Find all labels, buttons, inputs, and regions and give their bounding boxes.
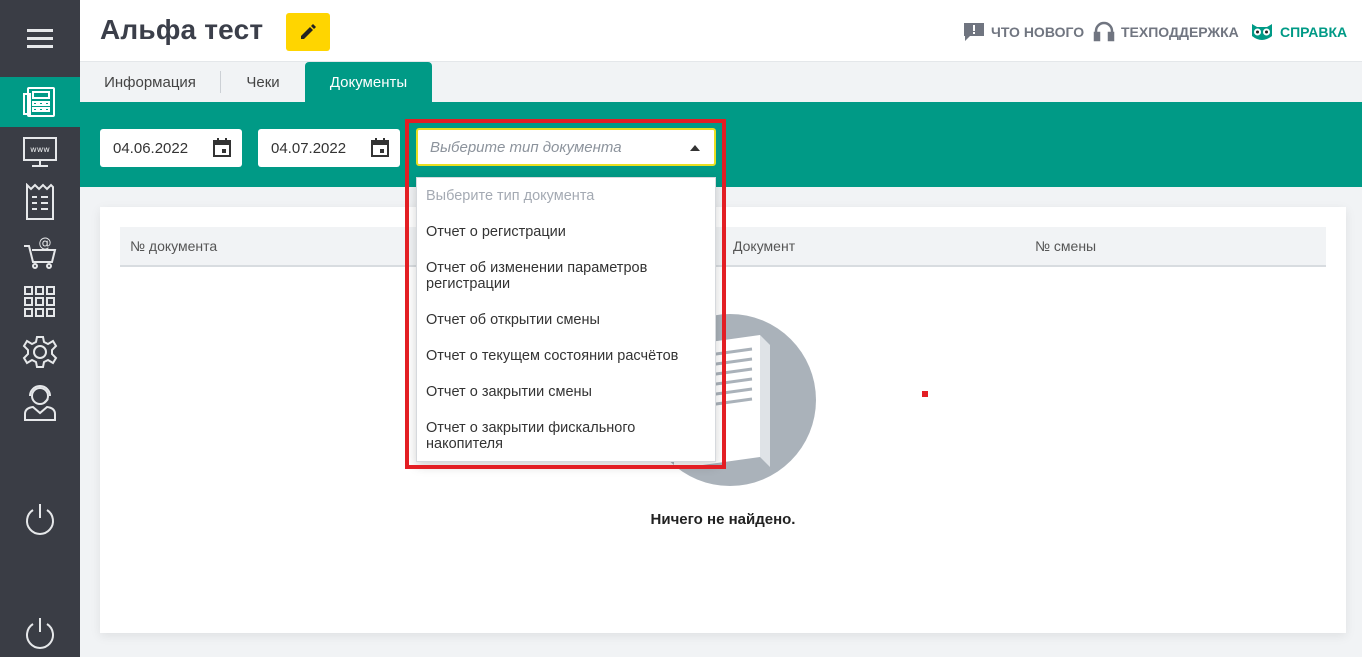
sidebar-item-receipts[interactable] bbox=[0, 177, 80, 227]
date-from-value: 04.06.2022 bbox=[113, 139, 189, 157]
web-monitor-icon: www bbox=[23, 137, 57, 167]
logout-button[interactable] bbox=[0, 494, 80, 544]
document-type-select[interactable]: Выберите тип документа bbox=[416, 128, 716, 166]
sidebar-item-cash-registers[interactable] bbox=[0, 77, 80, 127]
chat-alert-icon bbox=[964, 23, 984, 41]
cash-register-icon bbox=[23, 87, 55, 117]
table-header: № документа Документ № смены bbox=[120, 227, 1326, 267]
pencil-icon bbox=[301, 24, 316, 39]
date-from-field[interactable]: 04.06.2022 bbox=[100, 129, 242, 167]
column-document[interactable]: Документ bbox=[733, 238, 795, 254]
sidebar-item-shop[interactable]: @ bbox=[0, 227, 80, 277]
power-button[interactable] bbox=[0, 608, 80, 657]
apps-grid-icon bbox=[24, 286, 55, 317]
whats-new-label: ЧТО НОВОГО bbox=[991, 24, 1085, 40]
header: Альфа тест ЧТО НОВОГО ТЕХПОДДЕРЖКА СПРАВ… bbox=[80, 0, 1362, 62]
filter-bar: 04.06.2022 04.07.2022 Выберите тип докум… bbox=[80, 102, 1362, 187]
page-title: Альфа тест bbox=[100, 14, 264, 45]
date-to-field[interactable]: 04.07.2022 bbox=[258, 129, 400, 167]
column-doc-number[interactable]: № документа bbox=[130, 238, 217, 254]
tab-documents[interactable]: Документы bbox=[305, 62, 432, 102]
whats-new-link[interactable]: ЧТО НОВОГО bbox=[963, 22, 1084, 42]
help-label: СПРАВКА bbox=[1280, 24, 1348, 40]
calendar-icon[interactable] bbox=[370, 138, 390, 158]
sidebar-item-support[interactable] bbox=[0, 377, 80, 427]
dropdown-option[interactable]: Отчет о регистрации bbox=[426, 224, 706, 240]
edit-title-button[interactable] bbox=[286, 13, 330, 51]
empty-state-message: Ничего не найдено. bbox=[650, 511, 796, 528]
sidebar-item-web[interactable]: www bbox=[0, 127, 80, 177]
support-label: ТЕХПОДДЕРЖКА bbox=[1121, 24, 1239, 40]
headset-icon bbox=[1093, 21, 1115, 42]
dropdown-option[interactable]: Отчет об изменении параметров регистраци… bbox=[426, 260, 706, 292]
document-type-dropdown: Выберите тип документа Отчет о регистрац… bbox=[416, 177, 716, 462]
sidebar-item-settings[interactable] bbox=[0, 327, 80, 377]
support-link[interactable]: ТЕХПОДДЕРЖКА bbox=[1093, 21, 1239, 42]
tab-strip: Информация Чеки Документы bbox=[80, 62, 1362, 102]
power-icon bbox=[26, 504, 54, 535]
menu-icon bbox=[27, 29, 53, 48]
power-icon bbox=[26, 618, 54, 649]
dropdown-option[interactable]: Отчет о закрытии смены bbox=[426, 384, 706, 400]
svg-text:@: @ bbox=[39, 236, 52, 251]
menu-button[interactable] bbox=[0, 13, 80, 63]
dropdown-option[interactable]: Отчет о текущем состоянии расчётов bbox=[426, 348, 706, 364]
gear-icon bbox=[22, 336, 58, 368]
column-shift-number[interactable]: № смены bbox=[1035, 238, 1096, 254]
owl-icon bbox=[1252, 24, 1272, 40]
caret-up-icon bbox=[690, 145, 700, 151]
sidebar-item-apps[interactable] bbox=[0, 277, 80, 327]
tab-information[interactable]: Информация bbox=[80, 62, 220, 102]
document-type-placeholder: Выберите тип документа bbox=[430, 138, 622, 156]
documents-card: № документа Документ № смены Ничего не н… bbox=[100, 207, 1346, 633]
help-link[interactable]: СПРАВКА bbox=[1250, 22, 1347, 42]
support-agent-icon bbox=[24, 385, 56, 421]
svg-text:www: www bbox=[30, 145, 50, 154]
shopping-cart-icon: @ bbox=[24, 236, 57, 269]
dropdown-option[interactable]: Отчет об открытии смены bbox=[426, 312, 706, 328]
calendar-icon[interactable] bbox=[212, 138, 232, 158]
dropdown-option[interactable]: Отчет о закрытии фискального накопителя bbox=[426, 420, 706, 452]
cursor-marker bbox=[922, 391, 928, 397]
date-to-value: 04.07.2022 bbox=[271, 139, 347, 157]
dropdown-placeholder-option[interactable]: Выберите тип документа bbox=[426, 188, 706, 204]
tab-receipts[interactable]: Чеки bbox=[221, 62, 305, 102]
receipt-icon bbox=[26, 183, 54, 220]
sidebar: www @ bbox=[0, 0, 80, 657]
